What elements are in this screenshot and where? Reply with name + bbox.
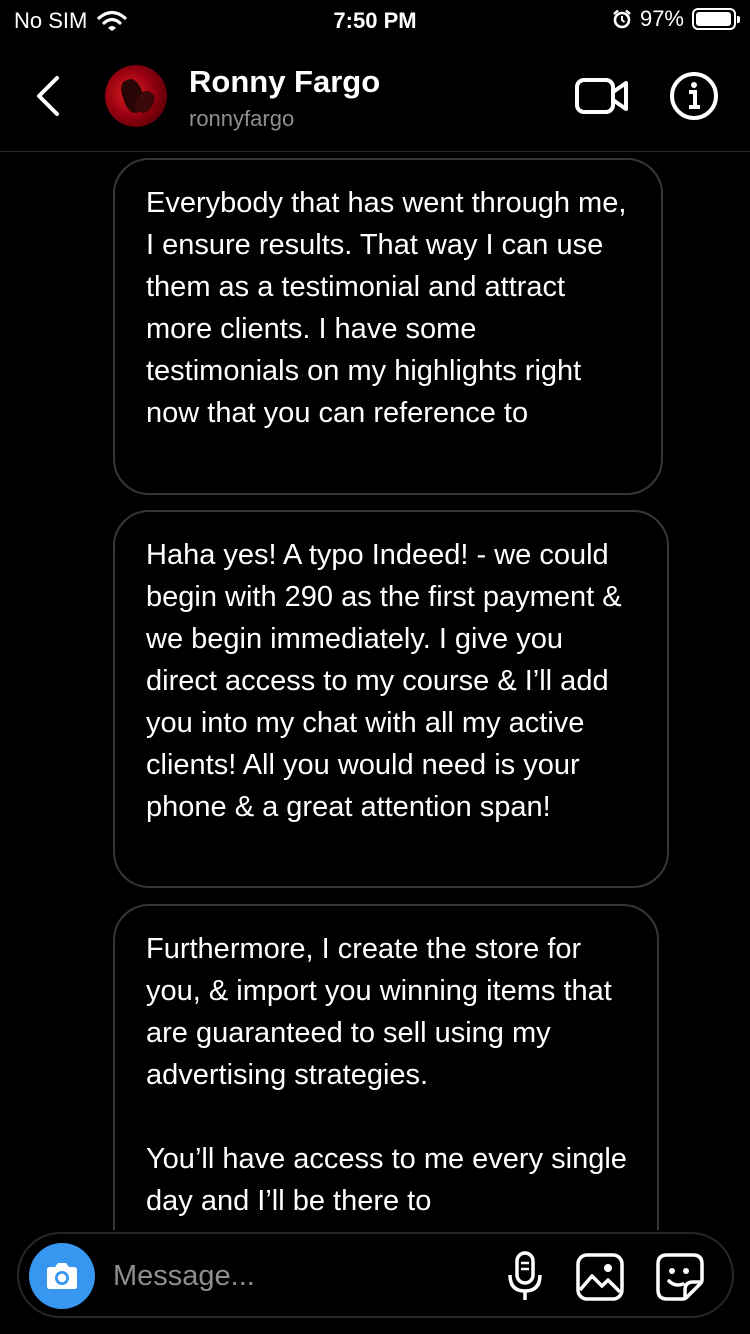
message-input[interactable] (113, 1252, 473, 1300)
battery-icon (692, 8, 740, 30)
info-icon (670, 72, 718, 120)
microphone-button[interactable] (505, 1251, 545, 1303)
message-bubble[interactable]: Haha yes! A typo Indeed! - we could begi… (113, 510, 669, 888)
video-camera-icon (575, 78, 628, 114)
camera-icon (47, 1263, 77, 1289)
message-bubble[interactable]: Everybody that has went through me, I en… (113, 158, 663, 495)
message-bubble[interactable]: Furthermore, I create the store for you,… (113, 904, 659, 1230)
status-bar: No SIM 7:50 PM 97% (0, 0, 750, 40)
sticker-icon (656, 1253, 704, 1301)
message-thread[interactable]: Everybody that has went through me, I en… (0, 152, 750, 1230)
contact-name[interactable]: Ronny Fargo (189, 64, 380, 100)
chevron-left-icon (37, 76, 59, 116)
microphone-icon (508, 1251, 542, 1300)
message-composer (17, 1232, 734, 1318)
chat-header: Ronny Fargo ronnyfargo (0, 40, 750, 152)
video-call-button[interactable] (574, 74, 630, 118)
camera-button[interactable] (29, 1243, 95, 1309)
avatar[interactable] (105, 65, 167, 127)
gallery-button[interactable] (575, 1252, 625, 1302)
battery-fill (696, 12, 731, 26)
contact-username[interactable]: ronnyfargo (189, 106, 294, 132)
image-icon (576, 1253, 624, 1301)
sticker-button[interactable] (655, 1252, 705, 1302)
battery-percent: 97% (639, 6, 684, 31)
status-right: 97% (612, 6, 740, 32)
back-button[interactable] (26, 70, 70, 122)
info-button[interactable] (668, 70, 720, 122)
alarm-icon (613, 9, 631, 29)
